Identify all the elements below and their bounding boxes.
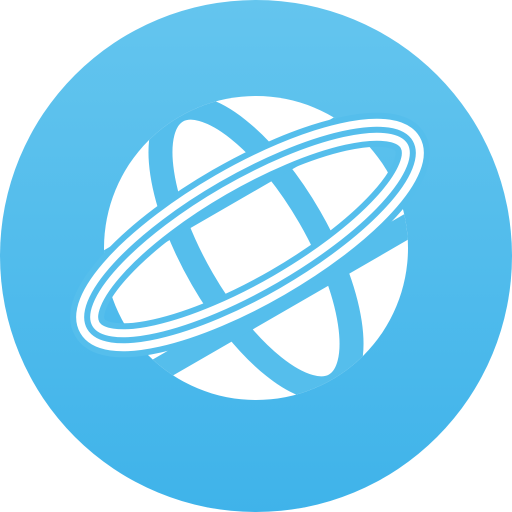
globe-orbit-icon — [0, 0, 512, 512]
app-icon — [0, 0, 512, 512]
